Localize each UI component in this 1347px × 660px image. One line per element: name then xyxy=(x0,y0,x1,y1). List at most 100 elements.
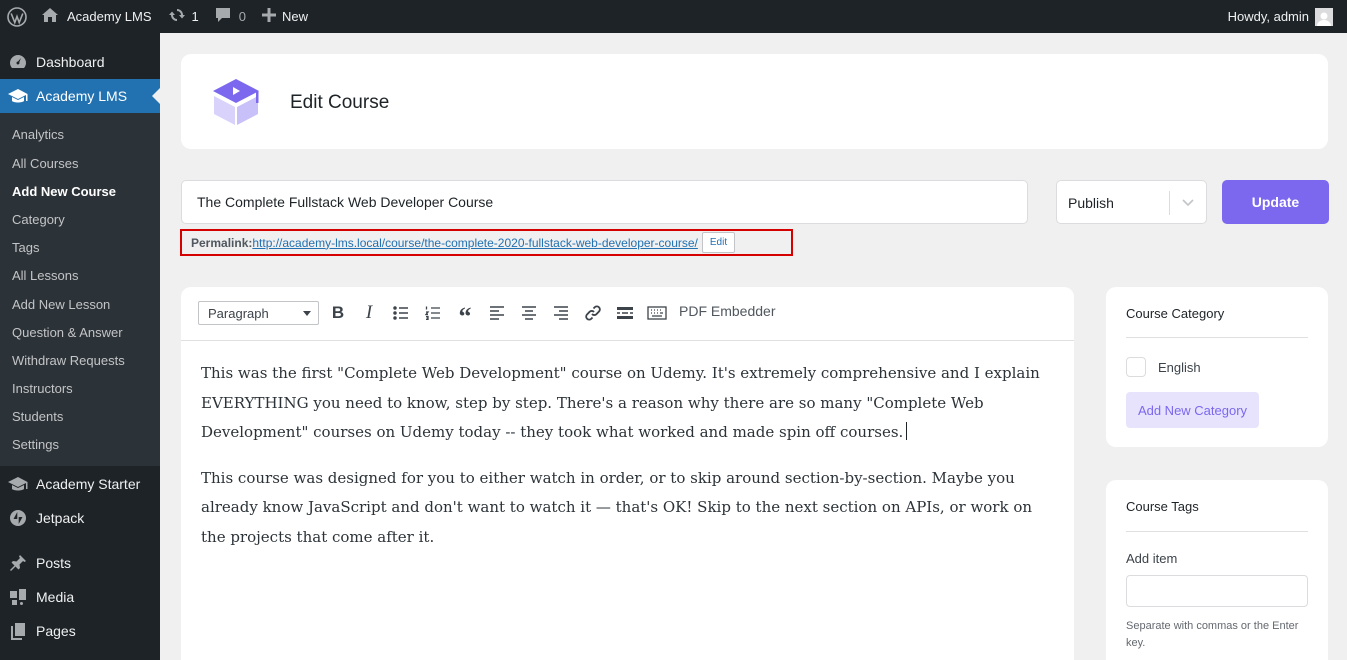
editor-paragraph: This was the first "Complete Web Develop… xyxy=(201,359,1061,448)
admin-bar-new[interactable]: New xyxy=(254,0,316,33)
panel-title: Course Category xyxy=(1126,306,1225,321)
admin-bar-updates[interactable]: 1 xyxy=(160,0,207,33)
wordpress-logo-icon[interactable] xyxy=(0,0,37,33)
permalink-label: Permalink: xyxy=(191,235,253,250)
menu-label: Posts xyxy=(36,555,72,571)
caret-down-icon xyxy=(303,311,311,316)
pdf-embedder-button[interactable]: PDF Embedder xyxy=(679,303,775,319)
update-button[interactable]: Update xyxy=(1222,180,1329,224)
select-separator xyxy=(1169,191,1170,215)
submenu-question-answer[interactable]: Question & Answer xyxy=(12,325,123,340)
avatar xyxy=(1315,7,1333,26)
submenu-settings[interactable]: Settings xyxy=(12,437,59,452)
divider xyxy=(1126,337,1308,338)
media-icon xyxy=(8,587,28,607)
divider xyxy=(1126,531,1308,532)
admin-bar-site[interactable]: Academy LMS xyxy=(37,0,160,33)
menu-posts[interactable]: Posts xyxy=(0,546,160,580)
admin-sidebar: Dashboard Academy LMS Analytics All Cour… xyxy=(0,33,160,660)
course-tags-panel: Course Tags Add item Separate with comma… xyxy=(1106,480,1328,660)
menu-jetpack[interactable]: Jetpack xyxy=(0,501,160,535)
chevron-down-icon xyxy=(1180,194,1196,215)
page-title: Edit Course xyxy=(290,92,390,113)
submenu-add-new-lesson[interactable]: Add New Lesson xyxy=(12,297,110,312)
publish-status-value: Publish xyxy=(1068,195,1114,211)
block-format-select[interactable]: Paragraph xyxy=(198,301,319,325)
graduation-cap-icon xyxy=(8,86,28,106)
updates-count: 1 xyxy=(191,9,199,24)
panel-title: Course Tags xyxy=(1126,499,1199,514)
menu-label: Dashboard xyxy=(36,54,105,70)
keyboard-icon[interactable] xyxy=(645,301,669,325)
tag-input[interactable] xyxy=(1126,575,1308,607)
submenu-withdraw-requests[interactable]: Withdraw Requests xyxy=(12,353,125,368)
menu-academy-lms[interactable]: Academy LMS xyxy=(0,79,160,113)
editor-content[interactable]: This was the first "Complete Web Develop… xyxy=(201,359,1061,568)
bullet-list-icon[interactable] xyxy=(389,301,413,325)
comment-icon xyxy=(215,7,231,26)
permalink-edit-button[interactable]: Edit xyxy=(701,232,736,253)
align-left-icon[interactable] xyxy=(485,301,509,325)
italic-icon[interactable]: I xyxy=(357,301,381,325)
course-category-panel: Course Category English Add New Category xyxy=(1106,287,1328,447)
menu-pages[interactable]: Pages xyxy=(0,614,160,648)
menu-label: Academy LMS xyxy=(36,88,128,104)
category-label: English xyxy=(1158,360,1201,375)
paragraph-text: This was the first "Complete Web Develop… xyxy=(201,364,1040,441)
dashboard-icon xyxy=(8,52,28,72)
course-description-editor: Paragraph B I “ PDF Embedder This was th… xyxy=(181,287,1074,660)
new-label: New xyxy=(282,9,309,24)
pin-icon xyxy=(8,553,28,573)
jetpack-icon xyxy=(8,508,28,528)
add-new-category-button[interactable]: Add New Category xyxy=(1126,392,1259,428)
submenu-all-lessons[interactable]: All Lessons xyxy=(12,268,78,283)
graduation-cap-icon xyxy=(8,474,28,494)
page-header: Edit Course xyxy=(181,54,1328,149)
permalink-url[interactable]: http://academy-lms.local/course/the-comp… xyxy=(252,236,698,250)
submenu-analytics[interactable]: Analytics xyxy=(12,127,64,142)
admin-bar-site-name: Academy LMS xyxy=(67,9,152,24)
menu-dashboard[interactable]: Dashboard xyxy=(0,45,160,79)
align-center-icon[interactable] xyxy=(517,301,541,325)
submenu-category[interactable]: Category xyxy=(12,212,65,227)
submenu-all-courses[interactable]: All Courses xyxy=(12,156,78,171)
link-icon[interactable] xyxy=(581,301,605,325)
howdy-label: Howdy, admin xyxy=(1227,9,1309,24)
read-more-icon[interactable] xyxy=(613,301,637,325)
submenu-add-new-course[interactable]: Add New Course xyxy=(12,184,116,199)
block-format-value: Paragraph xyxy=(208,305,269,321)
academy-submenu: Analytics All Courses Add New Course Cat… xyxy=(0,113,160,466)
category-checkbox-english[interactable] xyxy=(1126,357,1146,377)
current-menu-arrow xyxy=(152,88,160,104)
bold-icon[interactable]: B xyxy=(326,301,350,325)
editor-paragraph: This course was designed for you to eith… xyxy=(201,468,1033,546)
numbered-list-icon[interactable] xyxy=(421,301,445,325)
add-tag-label: Add item xyxy=(1126,551,1178,566)
tag-help-text: Separate with commas or the Enter key. xyxy=(1126,620,1299,649)
publish-status-select[interactable]: Publish xyxy=(1056,180,1207,224)
editor-toolbar: Paragraph B I “ PDF Embedder xyxy=(181,287,1074,341)
menu-label: Academy Starter xyxy=(36,476,141,492)
menu-label: Pages xyxy=(36,623,76,639)
admin-bar-comments[interactable]: 0 xyxy=(207,0,254,33)
admin-bar-account[interactable]: Howdy, admin xyxy=(1220,0,1341,33)
permalink-row: Permalink: http://academy-lms.local/cour… xyxy=(180,229,793,256)
menu-label: Media xyxy=(36,589,75,605)
menu-label: Jetpack xyxy=(36,510,85,526)
menu-media[interactable]: Media xyxy=(0,580,160,614)
pages-icon xyxy=(8,621,28,641)
blockquote-icon[interactable]: “ xyxy=(453,301,477,330)
menu-academy-starter[interactable]: Academy Starter xyxy=(0,467,160,501)
align-right-icon[interactable] xyxy=(549,301,573,325)
submenu-tags[interactable]: Tags xyxy=(12,240,39,255)
admin-bar: Academy LMS 1 0 New Howdy, admin xyxy=(0,0,1347,33)
home-icon xyxy=(41,7,59,26)
course-title-input[interactable] xyxy=(181,180,1028,224)
text-cursor xyxy=(906,422,908,440)
submenu-instructors[interactable]: Instructors xyxy=(12,381,73,396)
academy-logo-icon xyxy=(209,76,263,131)
plus-icon xyxy=(262,8,277,25)
comments-count: 0 xyxy=(238,9,247,24)
submenu-students[interactable]: Students xyxy=(12,409,63,424)
updates-icon xyxy=(168,6,186,27)
